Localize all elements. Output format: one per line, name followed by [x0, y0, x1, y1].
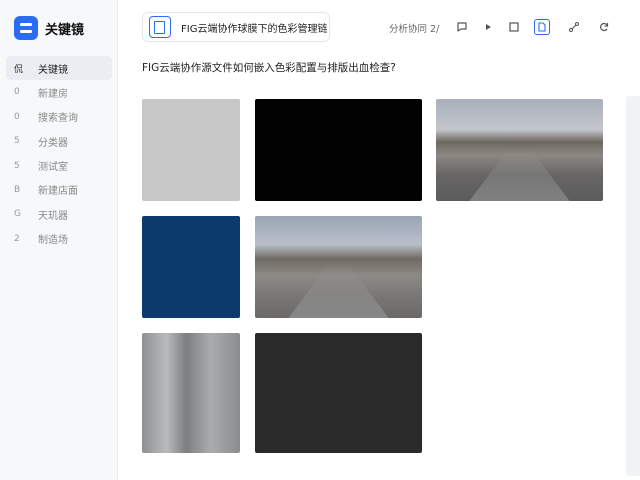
document-tab[interactable]: FIG云端协作球膜下的色彩管理链	[142, 12, 330, 42]
sidebar-item-label: 新建房	[38, 88, 68, 100]
navy-swatch[interactable]	[142, 216, 240, 318]
nav-icon: 2	[14, 233, 20, 244]
document-icon[interactable]	[534, 19, 550, 35]
brand[interactable]: 关键镜	[14, 15, 84, 41]
sidebar: 关键镜 侃 关键镜 0 新建房 0 搜索查询 5 分类器 5 测试室 B 新建店…	[0, 0, 118, 480]
refresh-icon[interactable]	[596, 19, 612, 35]
sidebar-item-factory[interactable]: 2 制造场	[6, 227, 112, 251]
sidebar-item-label: 分类器	[38, 137, 68, 149]
black-swatch[interactable]	[255, 99, 422, 201]
sidebar-item-label: 天玑器	[38, 210, 68, 222]
sidebar-item-label: 制造场	[38, 235, 68, 247]
document-title: FIG云端协作球膜下的色彩管理链	[181, 23, 328, 35]
app-logo-icon	[14, 16, 38, 40]
nav-icon: 0	[14, 87, 20, 98]
sidebar-item-guanjianjing[interactable]: 侃 关键镜	[6, 56, 112, 80]
nav-icon: 0	[14, 111, 20, 122]
sidebar-item-classifier[interactable]: 5 分类器	[6, 129, 112, 153]
sidebar-item-new-store[interactable]: B 新建店面	[6, 178, 112, 202]
dark-gray-swatch[interactable]	[255, 333, 422, 453]
sidebar-item-tianji[interactable]: G 天玑器	[6, 202, 112, 226]
nav-icon: 侃	[14, 64, 24, 75]
document-icon	[149, 16, 171, 38]
sidebar-item-new-room[interactable]: 0 新建房	[6, 80, 112, 104]
light-gray-swatch[interactable]	[142, 99, 240, 201]
blurred-building-photo[interactable]	[142, 333, 240, 453]
play-icon[interactable]	[480, 19, 496, 35]
share-status[interactable]: 分析协同 2/	[389, 21, 439, 35]
road-photo-1[interactable]	[436, 99, 603, 201]
question-title: FIG云端协作源文件如何嵌入色彩配置与排版出血检查?	[142, 62, 396, 74]
sidebar-item-label: 搜索查询	[38, 113, 78, 125]
road-photo-2[interactable]	[255, 216, 422, 318]
app-name: 关键镜	[45, 22, 85, 38]
road-surface	[288, 261, 389, 318]
nav-icon: G	[14, 209, 21, 220]
frame-icon[interactable]	[506, 19, 522, 35]
nav-icon: 5	[14, 136, 20, 147]
nav-icon: 5	[14, 160, 20, 171]
sidebar-item-label: 关键镜	[38, 64, 68, 76]
sidebar-item-label: 新建店面	[38, 186, 78, 198]
share-link-icon[interactable]	[566, 19, 582, 35]
nav-icon: B	[14, 184, 21, 195]
sidebar-item-test-room[interactable]: 5 测试室	[6, 154, 112, 178]
top-bar: FIG云端协作球膜下的色彩管理链 分析协同 2/	[118, 0, 640, 56]
sidebar-item-label: 测试室	[38, 162, 68, 174]
comment-icon[interactable]	[454, 19, 470, 35]
sidebar-item-search[interactable]: 0 搜索查询	[6, 105, 112, 129]
road-surface	[469, 144, 570, 201]
side-panel-edge	[626, 96, 640, 476]
sidebar-nav: 侃 关键镜 0 新建房 0 搜索查询 5 分类器 5 测试室 B 新建店面 G …	[6, 56, 112, 251]
